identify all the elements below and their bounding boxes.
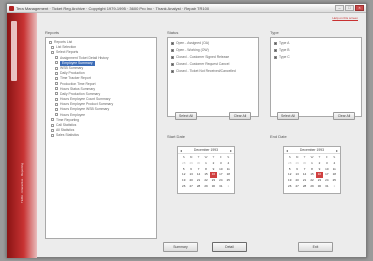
expand-icon[interactable]: [55, 97, 58, 101]
type-option[interactable]: Type B: [271, 47, 361, 54]
status-option[interactable]: Closed - Customer Request Cancel: [168, 61, 258, 68]
expand-icon[interactable]: [51, 118, 54, 122]
status-option-label: Closed - Customer Signed Release: [176, 55, 230, 59]
close-button[interactable]: ×: [355, 5, 364, 11]
expand-icon[interactable]: [51, 128, 54, 132]
type-option[interactable]: Type C: [271, 54, 361, 61]
minimize-button[interactable]: –: [335, 5, 344, 11]
status-option[interactable]: Open - Working (OW): [168, 47, 258, 54]
brand-vertical-text: TERA · Interactive · Reporting: [20, 163, 24, 204]
end-date-label: End Date: [270, 134, 287, 139]
title-bar[interactable]: Tera Management · Ticket Reg Archive · C…: [7, 4, 366, 13]
expand-icon[interactable]: [51, 123, 54, 127]
status-option-label: Closed - Ticket Not Received/Cancelled: [176, 69, 236, 73]
brand-logo: [11, 21, 17, 81]
expand-icon[interactable]: [55, 102, 58, 106]
type-option[interactable]: Type A: [271, 40, 361, 47]
type-option-label: Type C: [279, 55, 290, 59]
checkbox[interactable]: [171, 48, 174, 52]
type-clear-all-button[interactable]: Clear All: [333, 112, 355, 120]
calendar-day[interactable]: 28: [301, 184, 308, 190]
checkbox[interactable]: [274, 48, 277, 52]
type-option-label: Type B: [279, 48, 290, 52]
checkbox[interactable]: [171, 69, 174, 73]
type-label: Type: [270, 30, 279, 35]
expand-icon[interactable]: [55, 71, 58, 75]
calendar-day[interactable]: 31: [217, 184, 224, 190]
expand-icon[interactable]: [55, 82, 58, 86]
expand-icon[interactable]: [51, 133, 54, 137]
type-select-all-button[interactable]: Select All: [277, 112, 299, 120]
calendar-day[interactable]: 30: [210, 184, 217, 190]
checkbox[interactable]: [171, 62, 174, 66]
reports-label: Reports: [45, 30, 60, 35]
calendar-month-title: December 1993: [193, 148, 219, 152]
status-list[interactable]: Open - Assigned (OA) Open - Working (OW) C…: [167, 37, 259, 117]
tree-item-label: Sales Statistics: [56, 133, 79, 138]
calendar-month-title: December 1993: [299, 148, 325, 152]
expand-icon[interactable]: [55, 66, 58, 70]
calendar-day[interactable]: 27: [187, 184, 194, 190]
expand-icon[interactable]: [55, 108, 58, 112]
status-label: Status: [167, 30, 179, 35]
status-option-label: Closed - Customer Request Cancel: [176, 62, 230, 66]
prev-month-icon[interactable]: ◂: [286, 148, 288, 153]
checkbox[interactable]: [171, 41, 174, 45]
calendar-day[interactable]: 29: [308, 184, 315, 190]
status-option[interactable]: Closed - Customer Signed Release: [168, 54, 258, 61]
prev-month-icon[interactable]: ◂: [180, 148, 182, 153]
help-link[interactable]: Help on this screen: [332, 16, 358, 20]
checkbox[interactable]: [274, 41, 277, 45]
calendar-day[interactable]: 31: [323, 184, 330, 190]
status-option[interactable]: Open - Assigned (OA): [168, 40, 258, 47]
type-option-label: Type A: [279, 41, 290, 45]
checkbox[interactable]: [274, 55, 277, 59]
expand-icon[interactable]: [49, 40, 52, 44]
reports-tree[interactable]: Reports List List Selection Select Reports…: [45, 37, 157, 239]
status-option-label: Open - Assigned (OA): [176, 41, 210, 45]
checkbox[interactable]: [171, 55, 174, 59]
tree-item[interactable]: Sales Statistics: [49, 133, 153, 138]
maximize-button[interactable]: □: [345, 5, 354, 11]
detail-button[interactable]: Detail: [212, 242, 247, 252]
calendar-day[interactable]: 26: [286, 184, 293, 190]
app-icon: [9, 6, 14, 11]
end-date-calendar[interactable]: ◂ December 1993 ▸ S M T W T F S 28 29 30 1 2 3 4 5 6 7 8 9…: [283, 146, 341, 194]
summary-button[interactable]: Summary: [163, 242, 198, 252]
expand-icon[interactable]: [51, 45, 54, 49]
calendar-day[interactable]: 28: [195, 184, 202, 190]
expand-icon[interactable]: [55, 113, 58, 117]
next-month-icon[interactable]: ▸: [336, 148, 338, 153]
calendar-day[interactable]: 30: [316, 184, 323, 190]
calendar-day[interactable]: 1: [225, 184, 232, 190]
expand-icon[interactable]: [55, 56, 58, 60]
type-list[interactable]: Type A Type B Type C: [270, 37, 362, 117]
window-title: Tera Management · Ticket Reg Archive · C…: [16, 6, 210, 11]
start-date-calendar[interactable]: ◂ December 1993 ▸ S M T W T F S 28 29 30 1 2 3 4 5 6 7 8 9…: [177, 146, 235, 194]
expand-icon[interactable]: [55, 61, 58, 65]
status-select-all-button[interactable]: Select All: [175, 112, 197, 120]
status-option-label: Open - Working (OW): [176, 48, 209, 52]
start-date-label: Start Date: [167, 134, 186, 139]
report-window: Tera Management · Ticket Reg Archive · C…: [6, 3, 367, 258]
calendar-day[interactable]: 1: [331, 184, 338, 190]
expand-icon[interactable]: [55, 92, 58, 96]
calendar-day[interactable]: 27: [293, 184, 300, 190]
brand-strip: TERA · Interactive · Reporting: [7, 13, 37, 258]
status-clear-all-button[interactable]: Clear All: [229, 112, 251, 120]
exit-button[interactable]: Exit: [298, 242, 333, 252]
status-option[interactable]: Closed - Ticket Not Received/Cancelled: [168, 68, 258, 75]
next-month-icon[interactable]: ▸: [230, 148, 232, 153]
expand-icon[interactable]: [55, 76, 58, 80]
expand-icon[interactable]: [51, 50, 54, 54]
calendar-day[interactable]: 26: [180, 184, 187, 190]
calendar-day[interactable]: 29: [202, 184, 209, 190]
expand-icon[interactable]: [55, 87, 58, 91]
